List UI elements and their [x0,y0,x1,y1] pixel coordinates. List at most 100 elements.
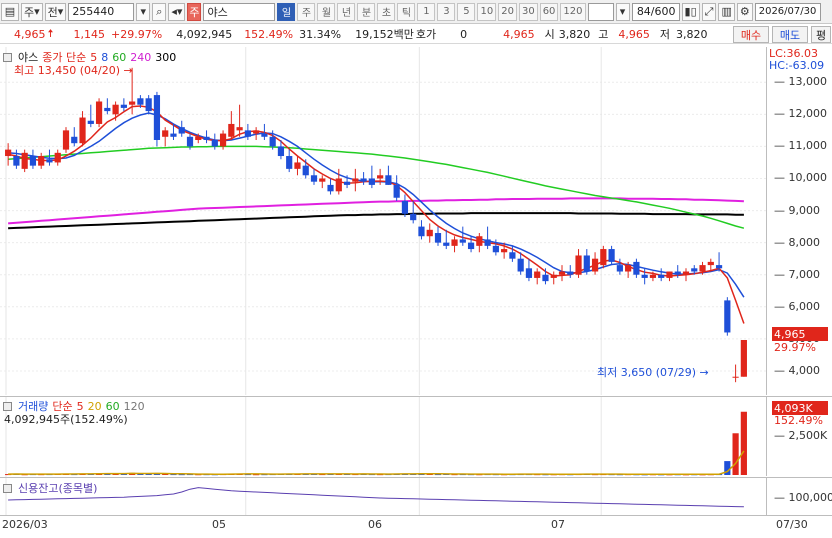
minute-10[interactable]: 10 [477,2,497,21]
month-label-jul: 07 [551,518,565,531]
candle-body [724,300,731,333]
candle-body [244,130,251,137]
tab-second[interactable]: 초 [377,2,396,21]
search-icon[interactable]: ⌕ [152,2,167,21]
credit-legend: 신용잔고(종목별) [3,480,97,496]
candle-body [319,178,326,182]
candle-body [62,130,70,150]
candle-body [641,274,648,278]
candle-body [203,136,210,140]
candle-body [368,178,375,185]
candle-body [153,95,161,140]
candle-body [79,117,86,144]
tab-daily[interactable]: 일 [277,2,296,21]
candle-count-field[interactable]: 84/600 [631,2,680,21]
price-axis: LC:36.03 HC:-63.09 — 4,000— 5,000— 6,000… [766,47,832,395]
month-label-jun: 06 [368,518,382,531]
price-tick-label: — 13,000 [774,75,827,89]
volume-pane[interactable]: 거래량 단순 5 20 60 120 4,092,945주(152.49%) [0,396,766,477]
candle-body [385,175,392,185]
minute-30[interactable]: 30 [518,2,538,21]
candle-body [310,175,318,182]
candle-body [219,133,227,147]
price-pane[interactable]: 야스 종가 단순 5 8 60 240 300 최고 13,450 (04/20… [0,47,766,395]
tab-yearly[interactable]: 년 [337,2,356,21]
minute-60[interactable]: 60 [539,2,559,21]
open-label: 시 [544,28,555,41]
volume-current: 4,092,945주(152.49%) [4,413,128,426]
candle-body [674,271,681,275]
candle-body [649,274,657,278]
minute-20[interactable]: 20 [498,2,517,21]
stock-name-field[interactable]: 야스 [203,2,276,21]
chart-type-icon[interactable]: ▮▯ [681,2,700,21]
volume-bar [740,411,747,475]
candle-body [492,245,499,253]
price-tick-label: — 8,000 [774,235,820,249]
candle-body [633,261,640,275]
minute-1[interactable]: 1 [417,2,436,21]
menu-icon[interactable]: ▤ [1,2,19,21]
cursor-date-label: 07/30 [776,518,808,531]
market-select[interactable]: 주 ▾ [21,2,43,21]
candle-body [178,127,185,134]
candle-body [558,271,566,275]
candle-body [112,104,119,115]
period-dropdown-icon[interactable]: ▾ [615,2,630,21]
candle-body [476,236,483,246]
volume-bar [732,433,739,475]
buy-button[interactable]: 매수 [733,26,769,43]
dropdown-icon[interactable]: ▾ [136,2,151,21]
hc-label: HC:-63.09 [769,59,825,72]
candle-body [418,226,425,237]
high-price: 4,965 [618,27,650,41]
tab-minute[interactable]: 분 [357,2,376,21]
price-chart [0,47,766,395]
tab-tick[interactable]: 틱 [397,2,416,21]
tab-weekly[interactable]: 주 [297,2,316,21]
month-label-may: 05 [212,518,226,531]
low-label: 저 [659,28,670,41]
volume-value: 4,092,945 [176,27,233,41]
candle-body [360,178,367,182]
candle-body [393,184,400,198]
all-select[interactable]: 전 ▾ [44,2,67,21]
candle-body [616,265,623,272]
candle-body [277,146,285,157]
candle-body [129,101,136,105]
price-tick-label: — 10,000 [774,171,827,185]
sell-button[interactable]: 매도 [772,26,808,43]
hoga-label: 호가 [415,28,437,41]
minute-5[interactable]: 5 [457,2,476,21]
candle-body [732,376,739,378]
credit-line [8,487,744,508]
minute-120[interactable]: 120 [560,2,586,21]
candle-body [401,200,409,214]
legend-box-icon [3,483,12,493]
candle-body [286,156,293,169]
eval-button[interactable]: 평 [811,26,831,43]
current-pct-tag: 29.97% [774,341,816,354]
settings-icon[interactable]: ⚙ [736,2,753,21]
minute-3[interactable]: 3 [437,2,456,21]
legend-box-icon [3,401,12,411]
candle-body [600,249,607,266]
candle-body [162,130,169,137]
candle-body [517,258,524,272]
volume-tag-pct: 152.49% [774,414,823,427]
open-price: 3,820 [558,27,591,41]
sound-icon[interactable]: ◂▾ [168,2,186,21]
ma60-line [8,145,745,229]
indicator-icon[interactable]: ▥ [718,2,735,21]
candle-body [550,274,557,278]
zoom-icon[interactable]: ⤢ [701,2,717,21]
custom-period-input[interactable] [587,2,614,21]
stock-code-input[interactable]: 255440 [68,2,135,21]
credit-pane[interactable]: 신용잔고(종목별) [0,477,766,516]
date-field[interactable]: 2026/07/30 [754,2,821,21]
candle-body [236,127,243,131]
tab-monthly[interactable]: 월 [317,2,336,21]
price-tick-label: — 9,000 [774,203,820,217]
candle-body [467,242,475,250]
stock-name-badge[interactable]: 주 [187,2,202,21]
